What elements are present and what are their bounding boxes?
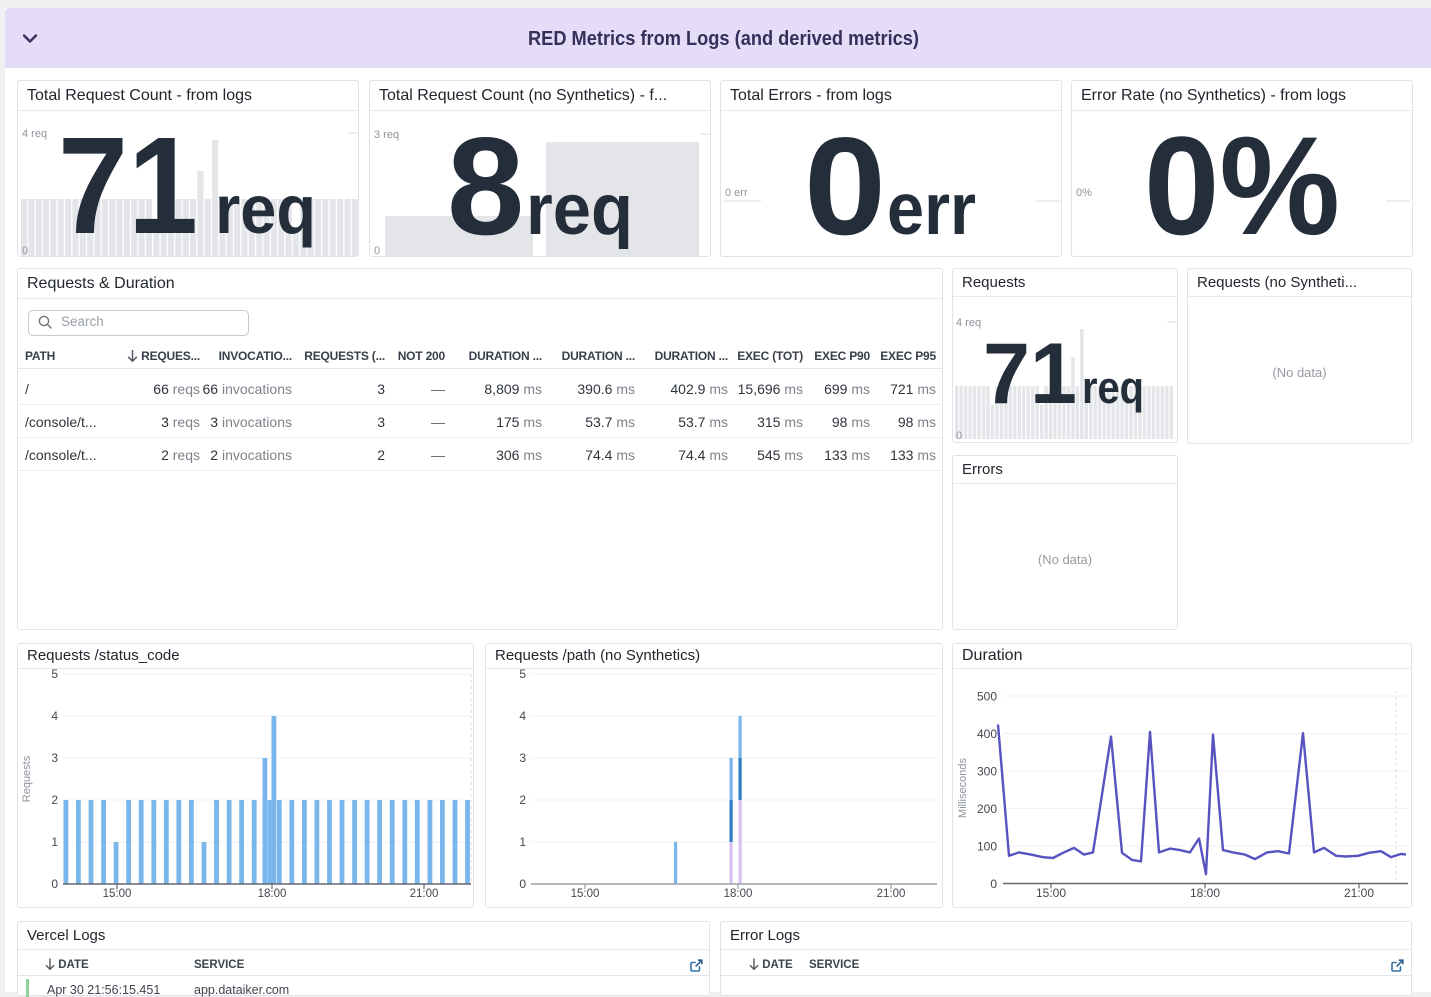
svg-text:4: 4 xyxy=(519,709,526,723)
svg-text:71: 71 xyxy=(58,110,198,256)
svg-text:0: 0 xyxy=(956,430,962,442)
svg-text:req: req xyxy=(1082,362,1144,413)
svg-text:1: 1 xyxy=(519,835,526,849)
svg-text:300: 300 xyxy=(977,765,997,779)
svg-text:5: 5 xyxy=(51,668,58,681)
svg-text:4 req: 4 req xyxy=(956,317,981,329)
svg-text:15:00: 15:00 xyxy=(103,888,132,900)
svg-text:Milliseconds: Milliseconds xyxy=(957,758,969,818)
svg-text:3: 3 xyxy=(519,751,526,765)
svg-text:400: 400 xyxy=(977,727,997,741)
svg-text:15:00: 15:00 xyxy=(1036,886,1066,900)
svg-text:3: 3 xyxy=(51,751,58,765)
svg-text:21:00: 21:00 xyxy=(1344,886,1374,900)
svg-text:0%: 0% xyxy=(1076,187,1092,199)
svg-text:21:00: 21:00 xyxy=(877,888,906,900)
svg-text:500: 500 xyxy=(977,690,997,704)
svg-text:200: 200 xyxy=(977,802,997,816)
svg-text:4: 4 xyxy=(51,709,58,723)
svg-text:0 err: 0 err xyxy=(725,187,748,199)
svg-text:100: 100 xyxy=(977,840,997,854)
svg-text:0: 0 xyxy=(519,877,526,891)
svg-text:18:00: 18:00 xyxy=(1190,886,1220,900)
svg-text:0: 0 xyxy=(990,877,997,891)
svg-text:0: 0 xyxy=(22,245,28,256)
svg-text:15:00: 15:00 xyxy=(571,888,600,900)
svg-text:4 req: 4 req xyxy=(22,128,47,140)
svg-text:71: 71 xyxy=(983,326,1077,422)
svg-text:1: 1 xyxy=(51,835,58,849)
svg-text:18:00: 18:00 xyxy=(724,888,753,900)
svg-text:8: 8 xyxy=(447,110,524,256)
svg-text:18:00: 18:00 xyxy=(258,888,287,900)
svg-text:0: 0 xyxy=(804,110,886,256)
svg-text:0%: 0% xyxy=(1144,110,1340,256)
svg-text:2: 2 xyxy=(51,793,58,807)
svg-text:3 req: 3 req xyxy=(374,129,399,141)
svg-text:0: 0 xyxy=(374,245,380,256)
svg-text:Requests: Requests xyxy=(21,755,33,802)
svg-text:21:00: 21:00 xyxy=(410,888,439,900)
svg-text:req: req xyxy=(215,171,316,248)
svg-text:req: req xyxy=(526,170,633,250)
svg-text:err: err xyxy=(887,169,976,250)
svg-text:0: 0 xyxy=(51,877,58,891)
svg-text:RED Metrics from Logs (and der: RED Metrics from Logs (and derived metri… xyxy=(528,28,919,50)
svg-text:5: 5 xyxy=(519,668,526,681)
svg-text:2: 2 xyxy=(519,793,526,807)
